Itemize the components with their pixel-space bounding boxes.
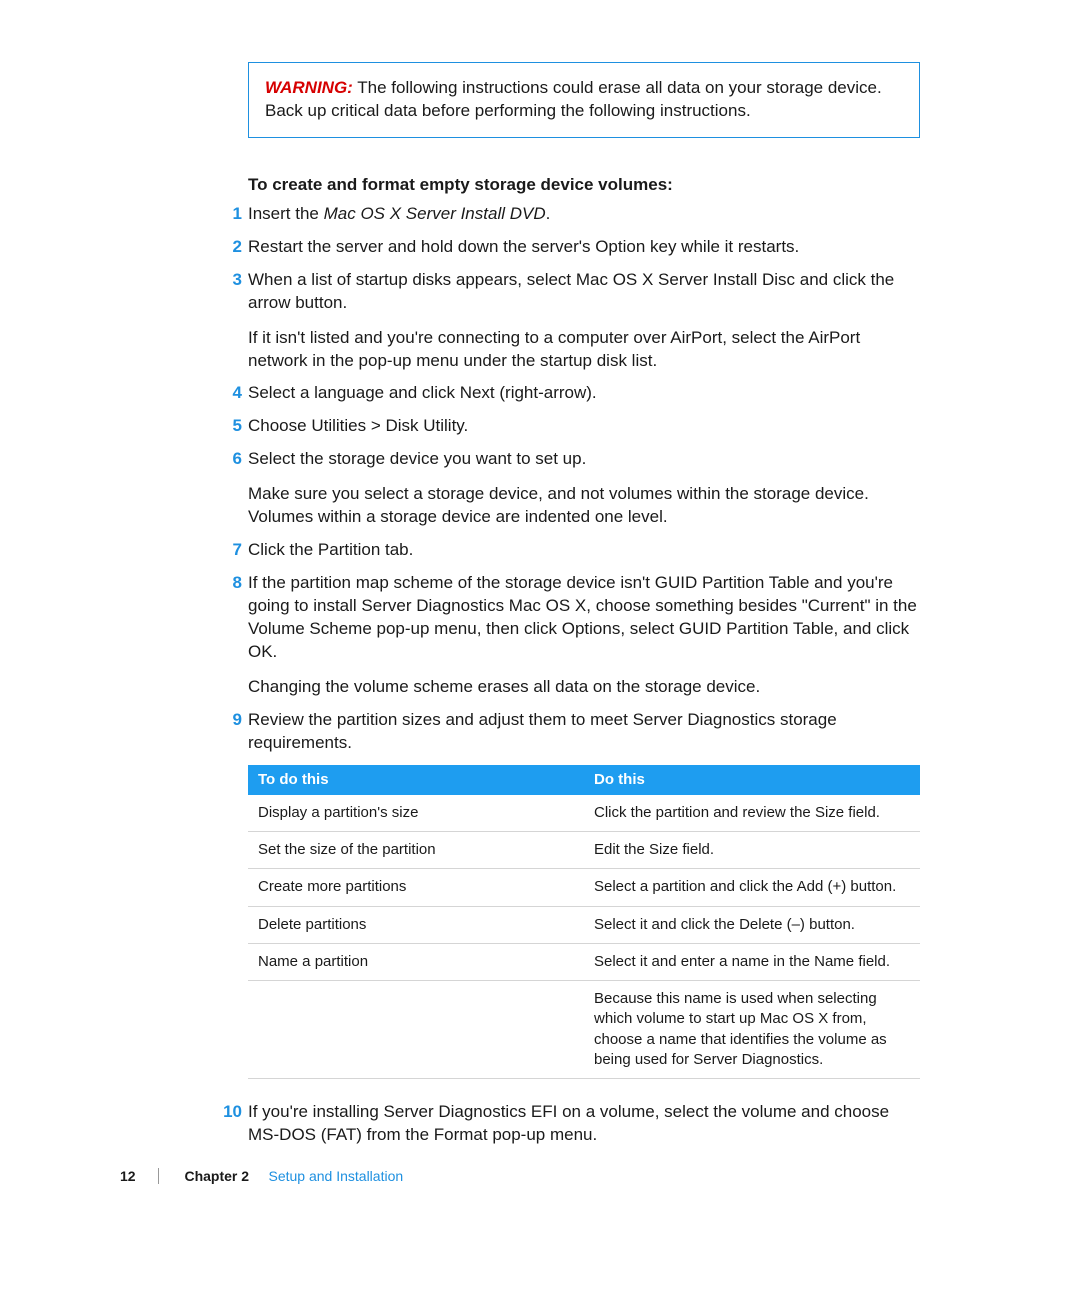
- step-text: Select a language and click Next (right-…: [248, 382, 920, 405]
- step-text: Select the storage device you want to se…: [248, 448, 920, 471]
- table-header-row: To do this Do this: [248, 765, 920, 795]
- table-cell: Delete partitions: [248, 906, 584, 943]
- table-row: Because this name is used when selecting…: [248, 981, 920, 1079]
- step-item: 10 If you're installing Server Diagnosti…: [248, 1101, 920, 1147]
- warning-label: WARNING:: [265, 78, 353, 97]
- step-item: 3 When a list of startup disks appears, …: [248, 269, 920, 373]
- table-cell: Because this name is used when selecting…: [584, 981, 920, 1079]
- chapter-label: Chapter 2: [184, 1168, 249, 1184]
- step-item: 9 Review the partition sizes and adjust …: [248, 709, 920, 755]
- step-text: Click the Partition tab.: [248, 539, 920, 562]
- chapter-title: Setup and Installation: [269, 1168, 404, 1184]
- step-text: Insert the Mac OS X Server Install DVD.: [248, 203, 920, 226]
- table-row: Create more partitions Select a partitio…: [248, 869, 920, 906]
- steps-list-continued: 10 If you're installing Server Diagnosti…: [248, 1101, 920, 1147]
- step-item: 6 Select the storage device you want to …: [248, 448, 920, 529]
- table-header: To do this: [248, 765, 584, 795]
- table-row: Delete partitions Select it and click th…: [248, 906, 920, 943]
- page-number: 12: [120, 1168, 159, 1184]
- step-number: 8: [226, 572, 242, 595]
- instruction-table: To do this Do this Display a partition's…: [248, 765, 920, 1080]
- step-number: 2: [226, 236, 242, 259]
- step-text: Choose Utilities > Disk Utility.: [248, 415, 920, 438]
- spacer: [253, 1168, 265, 1184]
- step-text: If the partition map scheme of the stora…: [248, 572, 920, 664]
- step-text: Review the partition sizes and adjust th…: [248, 709, 920, 755]
- warning-body: The following instructions could erase a…: [265, 78, 882, 120]
- text: Insert the: [248, 204, 324, 223]
- step-item: 4 Select a language and click Next (righ…: [248, 382, 920, 405]
- table-cell: Select a partition and click the Add (+)…: [584, 869, 920, 906]
- step-number: 9: [226, 709, 242, 732]
- table-cell: Display a partition's size: [248, 795, 584, 832]
- text: .: [546, 204, 551, 223]
- table-cell: Select it and click the Delete (–) butto…: [584, 906, 920, 943]
- section-heading: To create and format empty storage devic…: [248, 174, 920, 197]
- step-number: 5: [226, 415, 242, 438]
- step-text: Restart the server and hold down the ser…: [248, 236, 920, 259]
- step-text: If it isn't listed and you're connecting…: [248, 327, 920, 373]
- step-text: If you're installing Server Diagnostics …: [248, 1101, 920, 1147]
- page-footer: 12 Chapter 2 Setup and Installation: [120, 1167, 403, 1186]
- step-item: 2 Restart the server and hold down the s…: [248, 236, 920, 259]
- product-name: Mac OS X Server Install DVD: [324, 204, 546, 223]
- warning-box: WARNING: The following instructions coul…: [248, 62, 920, 138]
- step-text: Changing the volume scheme erases all da…: [248, 676, 920, 699]
- table-cell: Edit the Size field.: [584, 832, 920, 869]
- table-row: Name a partition Select it and enter a n…: [248, 943, 920, 980]
- steps-list: 1 Insert the Mac OS X Server Install DVD…: [248, 203, 920, 755]
- table-row: Set the size of the partition Edit the S…: [248, 832, 920, 869]
- table-cell: Set the size of the partition: [248, 832, 584, 869]
- step-item: 1 Insert the Mac OS X Server Install DVD…: [248, 203, 920, 226]
- table-cell: Click the partition and review the Size …: [584, 795, 920, 832]
- step-text: When a list of startup disks appears, se…: [248, 269, 920, 315]
- table-cell: Create more partitions: [248, 869, 584, 906]
- table-cell: Name a partition: [248, 943, 584, 980]
- step-number: 7: [226, 539, 242, 562]
- table-cell: [248, 981, 584, 1079]
- page: WARNING: The following instructions coul…: [0, 0, 1080, 1296]
- step-number: 4: [226, 382, 242, 405]
- table-header: Do this: [584, 765, 920, 795]
- step-number: 10: [220, 1101, 242, 1124]
- table-row: Display a partition's size Click the par…: [248, 795, 920, 832]
- step-item: 5 Choose Utilities > Disk Utility.: [248, 415, 920, 438]
- step-number: 1: [226, 203, 242, 226]
- table-cell: Select it and enter a name in the Name f…: [584, 943, 920, 980]
- step-number: 3: [226, 269, 242, 292]
- step-number: 6: [226, 448, 242, 471]
- step-text: Make sure you select a storage device, a…: [248, 483, 920, 529]
- step-item: 7 Click the Partition tab.: [248, 539, 920, 562]
- step-item: 8 If the partition map scheme of the sto…: [248, 572, 920, 699]
